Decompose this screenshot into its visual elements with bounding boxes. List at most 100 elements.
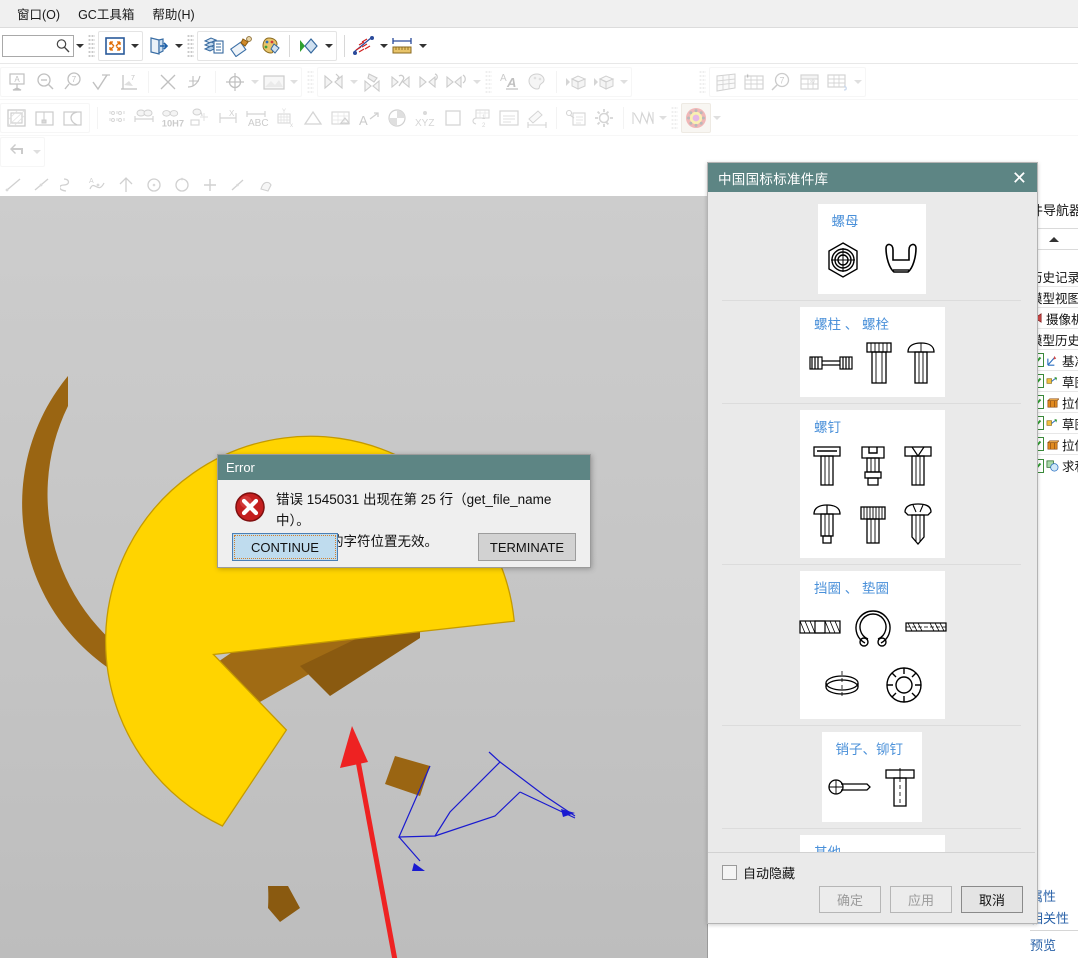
detail-view-icon[interactable] [59,104,87,132]
spreadsheet-icon[interactable]: xy [796,68,824,96]
grip-r2[interactable] [307,69,314,94]
hex-nut-icon[interactable] [821,234,865,286]
arc-icon[interactable] [56,171,84,199]
line2-icon[interactable] [28,171,56,199]
surface-finish-icon[interactable] [87,68,115,96]
pipe-caret[interactable] [471,68,482,96]
set-screw-icon[interactable] [899,440,937,492]
datum-feature-icon[interactable]: 7 [115,68,143,96]
group-screws[interactable]: 螺钉 [800,410,945,558]
graphics-window[interactable]: UG爱好者 WWW.UGSNX.COM [0,196,708,958]
gear-icon[interactable] [590,104,618,132]
auto-hide-checkbox[interactable] [722,865,737,880]
curve-analysis-caret[interactable] [378,32,389,60]
measure-caret[interactable] [417,32,428,60]
undo-icon[interactable] [3,138,31,166]
stud-icon[interactable] [808,337,854,389]
tab-washer-icon[interactable] [877,659,931,711]
xyz-icon[interactable]: XYZ [411,104,439,132]
menu-help[interactable]: 帮助(H) [143,1,203,26]
trim-icon[interactable] [252,171,280,199]
cotter-pin-icon[interactable] [827,762,873,814]
abc-datum-icon[interactable]: ABC [243,104,271,132]
fit-view-icon[interactable] [101,32,129,60]
text-style-icon[interactable]: AA [495,68,523,96]
solid-revolve-icon[interactable] [590,68,618,96]
ok-button[interactable]: 确定 [819,886,881,913]
curve-analysis-icon[interactable] [350,32,378,60]
menu-window[interactable]: 窗口(O) [8,1,69,26]
error-titlebar[interactable]: Error [218,455,590,480]
group-rings-washers[interactable]: 挡圈 、 垫圈 [797,571,947,719]
paragraph-icon[interactable] [495,104,523,132]
toolbar-grip[interactable] [88,33,95,58]
target-point-icon[interactable] [221,68,249,96]
solid-caret[interactable] [618,68,629,96]
table-triangle-icon[interactable] [327,104,355,132]
datum-plane-icon[interactable] [145,32,173,60]
broken-view-icon[interactable] [31,104,59,132]
part-list-icon[interactable] [740,68,768,96]
hammer-icon[interactable] [359,68,387,96]
table-icon[interactable] [712,68,740,96]
segment-icon[interactable] [224,171,252,199]
snap-ring-icon[interactable] [851,601,895,653]
group-studs-bolts[interactable]: 螺柱 、 螺栓 [800,307,945,397]
flat-washer-icon[interactable] [903,601,949,653]
feature-control-icon[interactable] [187,104,215,132]
pipe-icon[interactable] [415,68,443,96]
hex-screw-icon[interactable] [808,498,846,550]
carriage-bolt-icon[interactable] [904,337,938,389]
fit-view-caret[interactable] [129,32,140,60]
spring-washer-icon[interactable] [815,659,869,711]
tolerance-10h7-icon[interactable]: 10H7 [159,104,187,132]
centerline-icon[interactable] [182,68,210,96]
spline-icon[interactable]: A [84,171,112,199]
inspection-dim-icon[interactable]: 7 [59,68,87,96]
image-caret[interactable] [288,68,299,96]
arrow-text-icon[interactable]: A [355,104,383,132]
close-icon[interactable]: ✕ [1008,169,1031,187]
error-dialog[interactable]: Error 错误 1545031 出现在第 25 行（get_file_name… [217,454,591,568]
slot-screw-icon[interactable] [808,440,846,492]
phillips-screw-icon[interactable] [899,498,937,550]
paint-brush-icon[interactable] [523,68,551,96]
terminate-button[interactable]: TERMINATE [478,533,576,561]
section-view-icon[interactable] [3,104,31,132]
solid-extrude-icon[interactable] [562,68,590,96]
standard-parts-library-dialog[interactable]: 中国国标标准件库 ✕ 螺母 螺柱 、 螺栓 螺钉 挡圈 、 垫圈 销子、铆钉 自… [707,162,1038,924]
socket-screw-icon[interactable] [854,440,892,492]
wing-nut-icon[interactable] [879,234,923,286]
group-pins-rivets[interactable]: 销子、铆钉 [821,732,922,822]
grid-table-icon[interactable] [824,68,852,96]
knurled-screw-icon[interactable] [854,498,892,550]
spring-icon[interactable] [629,104,657,132]
triangle-icon[interactable] [299,104,327,132]
group-nuts[interactable]: 螺母 [817,204,926,294]
palette-icon[interactable] [256,32,284,60]
paint-icon[interactable] [228,32,256,60]
cancel-button[interactable]: 取消 [961,886,1023,913]
table-caret[interactable] [852,68,863,96]
circle-icon[interactable] [140,171,168,199]
search-dropdown-caret[interactable] [74,32,85,60]
group-others[interactable]: 其他 [800,835,945,852]
spring-caret[interactable] [657,104,668,132]
model-3d-view[interactable] [0,196,707,958]
wrench-icon[interactable] [387,68,415,96]
apply-button[interactable]: 应用 [890,886,952,913]
grip-r2b[interactable] [485,69,492,94]
image-icon[interactable] [260,68,288,96]
note-12-icon[interactable]: 12 [467,104,495,132]
dot-grid-icon[interactable] [103,104,131,132]
library-scroll-area[interactable]: 螺母 螺柱 、 螺栓 螺钉 挡圈 、 垫圈 销子、铆钉 [708,192,1035,852]
rivet-icon[interactable] [883,762,917,814]
zoom-out-icon[interactable] [31,68,59,96]
circle2-icon[interactable] [168,171,196,199]
retaining-bush-icon[interactable] [797,601,843,653]
measure-icon[interactable] [389,32,417,60]
menu-gc-toolbox[interactable]: GC工具箱 [69,1,143,26]
undo-caret[interactable] [31,138,42,166]
balloon-icon[interactable]: 7 [768,68,796,96]
weld-symbol-icon[interactable] [320,68,348,96]
